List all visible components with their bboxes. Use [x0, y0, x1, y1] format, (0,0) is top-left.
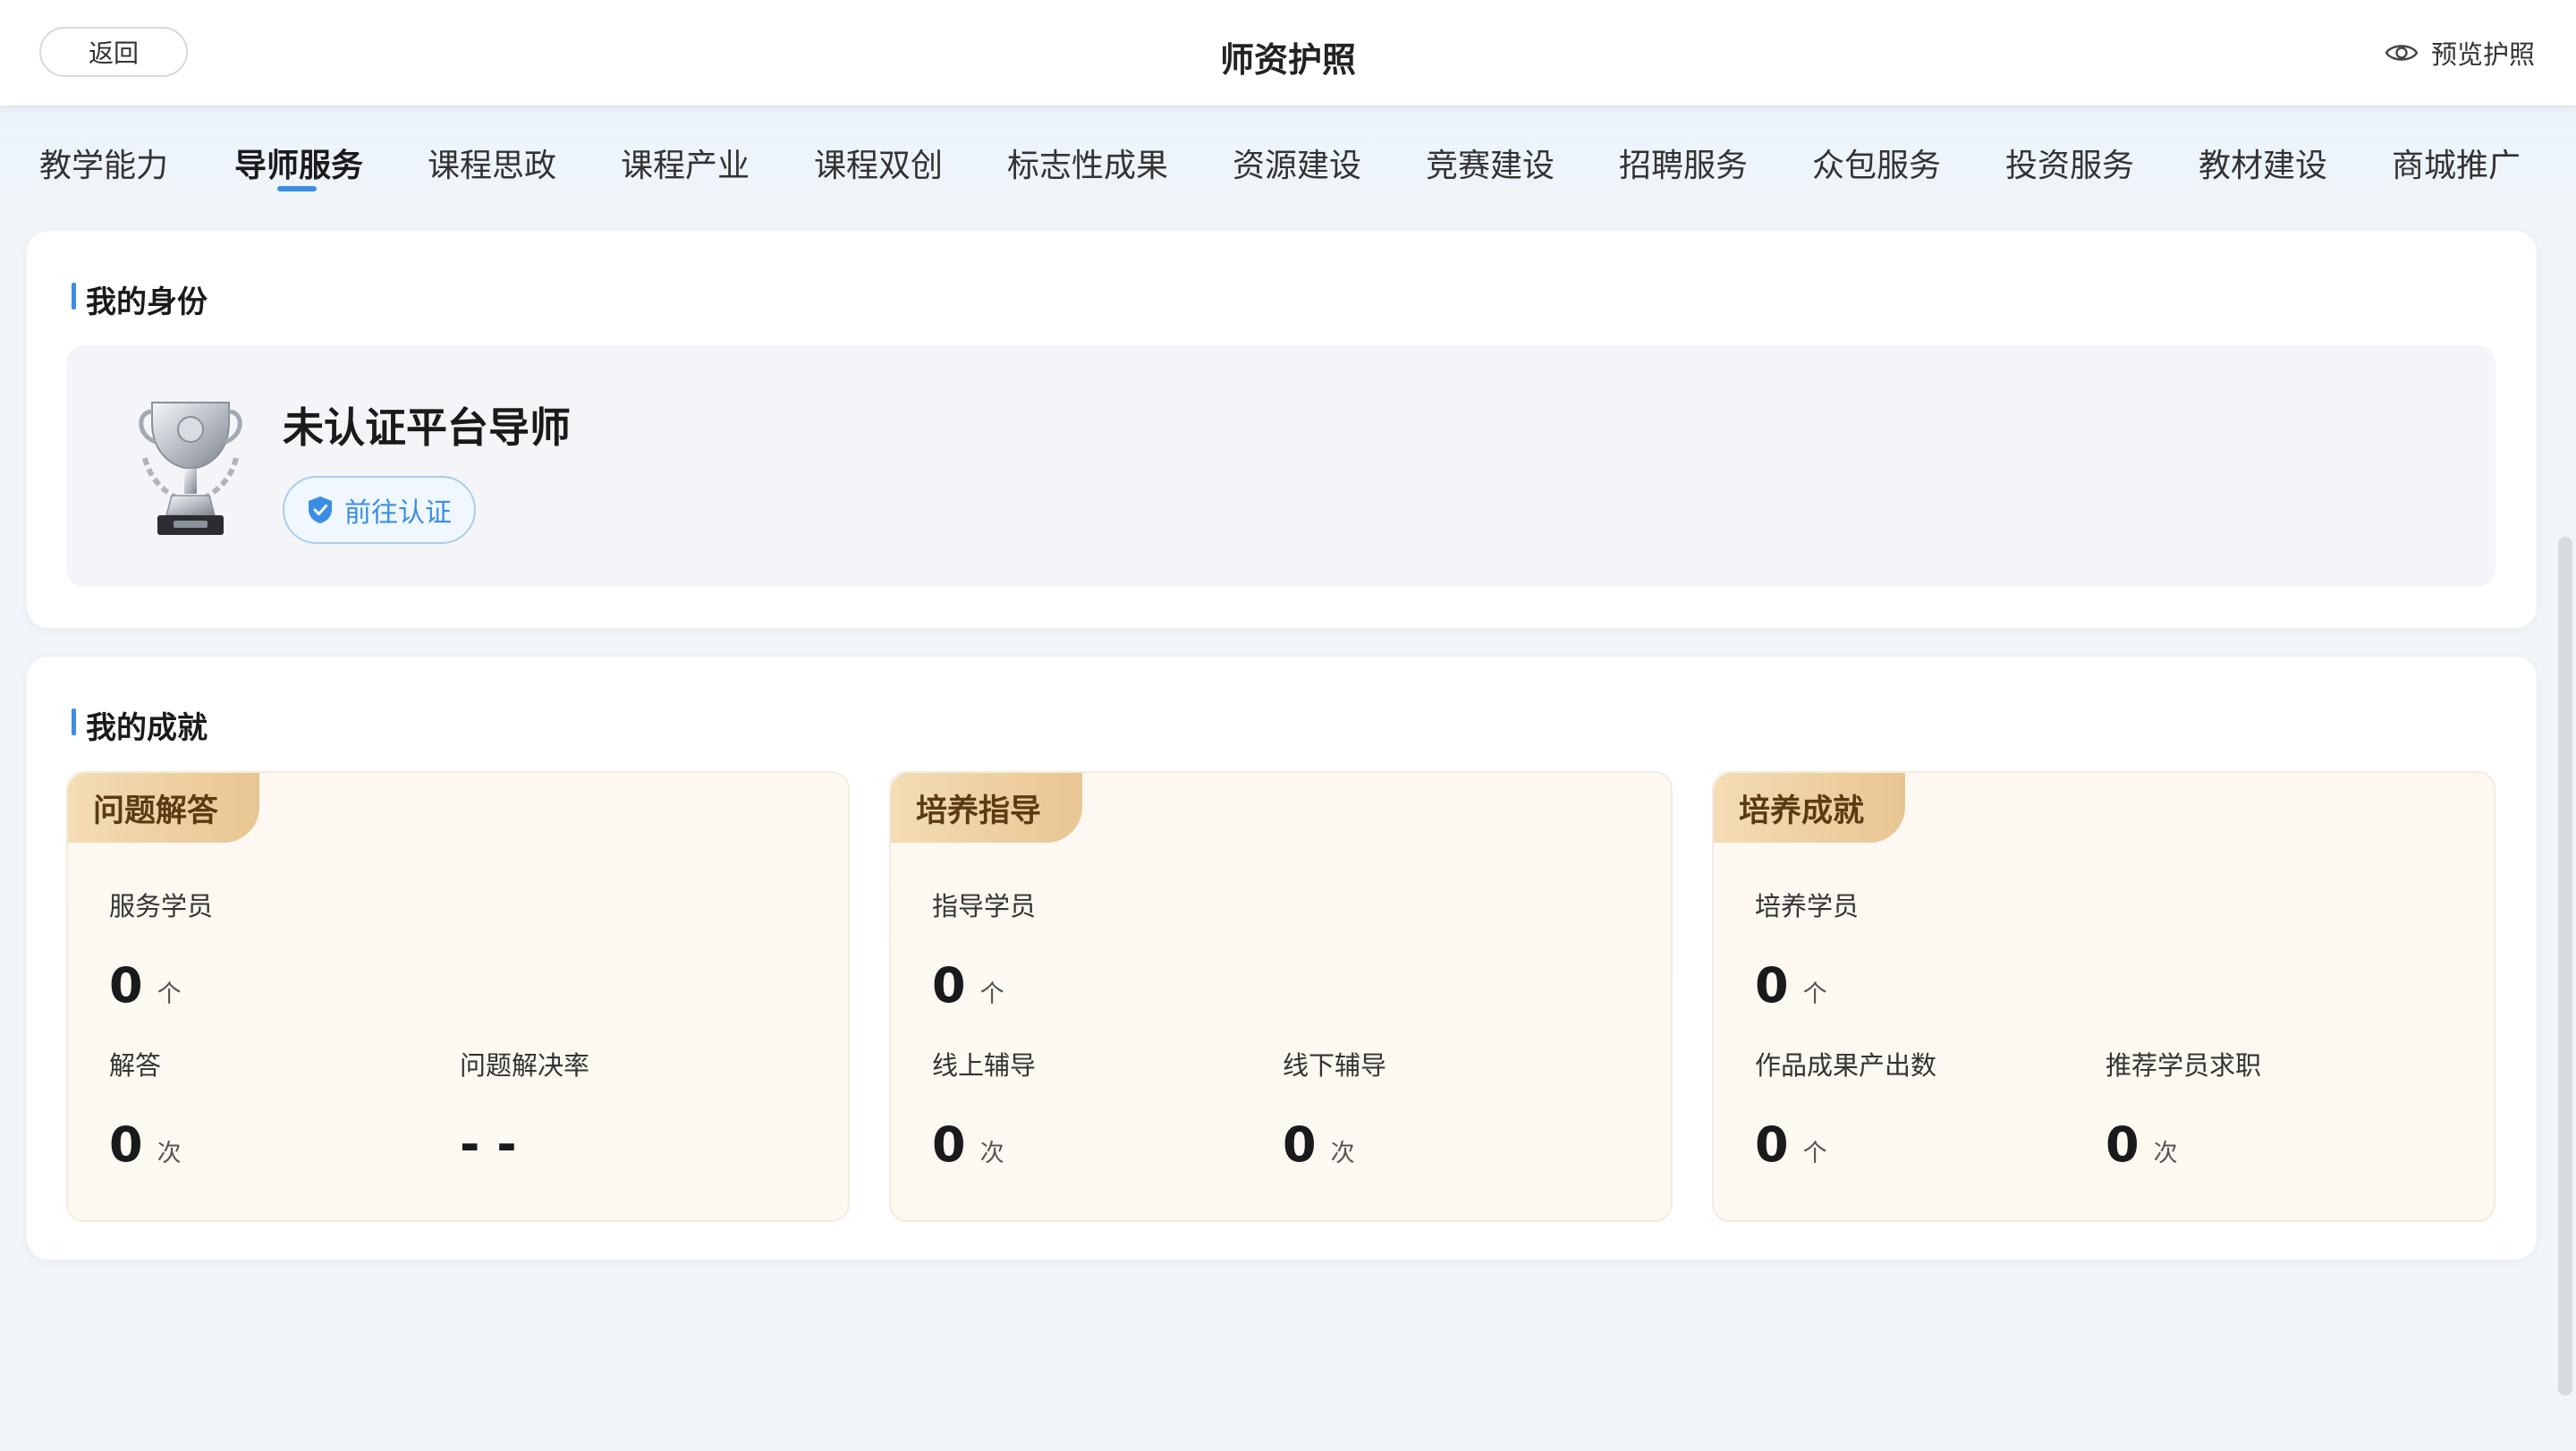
shield-check-icon: [309, 496, 332, 523]
stat-value: 0 次: [109, 1116, 182, 1173]
stat-unit: 次: [979, 1140, 1004, 1167]
tab-resource-building[interactable]: 资源建设: [1233, 140, 1361, 186]
achievements-card: 我的成就 问题解答 服务学员 0 个 解答 0 次 问题解决率 - - 培养指导…: [27, 657, 2537, 1260]
stat-value: 0 个: [1755, 1116, 1827, 1173]
certify-label: 前往认证: [344, 497, 452, 529]
identity-panel: 未认证平台导师 前往认证: [66, 345, 2496, 587]
tab-course-industry[interactable]: 课程产业: [621, 140, 750, 186]
stat-number: 0: [932, 1116, 966, 1173]
tab-crowdsourcing-service[interactable]: 众包服务: [1812, 140, 1941, 186]
stat-label: 线上辅导: [932, 1050, 1037, 1081]
top-bar: 返回 师资护照 预览护照: [0, 0, 2576, 106]
tab-mentor-service[interactable]: 导师服务: [234, 140, 363, 186]
identity-status: 未认证平台导师: [283, 403, 571, 452]
identity-card: 我的身份 未认证平台导师 前往认证: [27, 231, 2537, 628]
stat-unit: 个: [1802, 1140, 1827, 1167]
stat-unit: 个: [1802, 980, 1827, 1008]
stat-label: 培养学员: [1755, 891, 1860, 921]
tab-landmark-results[interactable]: 标志性成果: [1007, 140, 1168, 186]
tab-investment-service[interactable]: 投资服务: [2005, 140, 2134, 186]
stat-value: 0 次: [1283, 1116, 1355, 1173]
stat-label: 指导学员: [932, 891, 1037, 921]
preview-passport-button[interactable]: 预览护照: [2385, 34, 2535, 72]
stat-block-badge: 培养指导: [891, 773, 1083, 843]
stat-label: 线下辅导: [1283, 1050, 1387, 1081]
stat-block-cultivation: 培养成就 培养学员 0 个 作品成果产出数 0 个 推荐学员求职 0 次: [1712, 771, 2496, 1222]
stat-number: 0: [1755, 957, 1789, 1014]
eye-icon: [2385, 45, 2419, 61]
page-scrollbar[interactable]: [2558, 537, 2572, 1396]
tab-teaching-ability[interactable]: 教学能力: [39, 140, 168, 186]
stat-block-qa: 问题解答 服务学员 0 个 解答 0 次 问题解决率 - -: [66, 771, 850, 1222]
stat-number: - -: [460, 1116, 517, 1173]
stat-label: 推荐学员求职: [2106, 1050, 2262, 1081]
stat-value: 0 个: [1755, 957, 1827, 1014]
active-tab-indicator: [277, 186, 317, 191]
stat-unit: 次: [157, 1140, 182, 1167]
stat-number: 0: [1283, 1116, 1317, 1173]
stat-number: 0: [1755, 1116, 1789, 1173]
trophy-icon: [139, 402, 242, 535]
tab-course-ideology[interactable]: 课程思政: [428, 140, 556, 186]
stat-value: 0 次: [932, 1116, 1004, 1173]
stat-label: 作品成果产出数: [1755, 1050, 1937, 1081]
stat-unit: 次: [2153, 1140, 2178, 1167]
tab-textbook-building[interactable]: 教材建设: [2199, 140, 2327, 186]
stat-label: 服务学员: [109, 891, 214, 921]
stat-number: 0: [109, 1116, 143, 1173]
stat-value: - -: [460, 1116, 531, 1173]
tab-mall-promotion[interactable]: 商城推广: [2392, 140, 2521, 186]
stat-number: 0: [109, 957, 143, 1014]
stat-number: 0: [932, 957, 966, 1014]
stat-number: 0: [2106, 1116, 2140, 1173]
stat-block-badge: 问题解答: [68, 773, 260, 843]
tab-course-innovation[interactable]: 课程双创: [814, 140, 943, 186]
tab-recruitment-service[interactable]: 招聘服务: [1619, 140, 1748, 186]
stat-value: 0 个: [109, 957, 182, 1014]
preview-label: 预览护照: [2430, 39, 2535, 70]
stat-value: 0 次: [2106, 1116, 2178, 1173]
stat-label: 问题解决率: [460, 1050, 590, 1081]
stat-block-guidance: 培养指导 指导学员 0 个 线上辅导 0 次 线下辅导 0 次: [889, 771, 1673, 1222]
achievements-section-title: 我的成就: [72, 703, 208, 747]
page-title: 师资护照: [1219, 40, 1356, 80]
stat-block-badge: 培养成就: [1714, 773, 1906, 843]
identity-section-title: 我的身份: [72, 277, 208, 321]
stat-unit: 个: [979, 980, 1004, 1008]
category-tabs: 教学能力 导师服务 课程思政 课程产业 课程双创 标志性成果 资源建设 竞赛建设…: [0, 106, 2576, 204]
stat-label: 解答: [109, 1050, 162, 1081]
stat-value: 0 个: [932, 957, 1004, 1014]
stat-unit: 个: [157, 980, 182, 1008]
tab-competition-building[interactable]: 竞赛建设: [1426, 140, 1555, 186]
certify-button[interactable]: 前往认证: [283, 476, 476, 544]
stat-unit: 次: [1330, 1140, 1355, 1167]
